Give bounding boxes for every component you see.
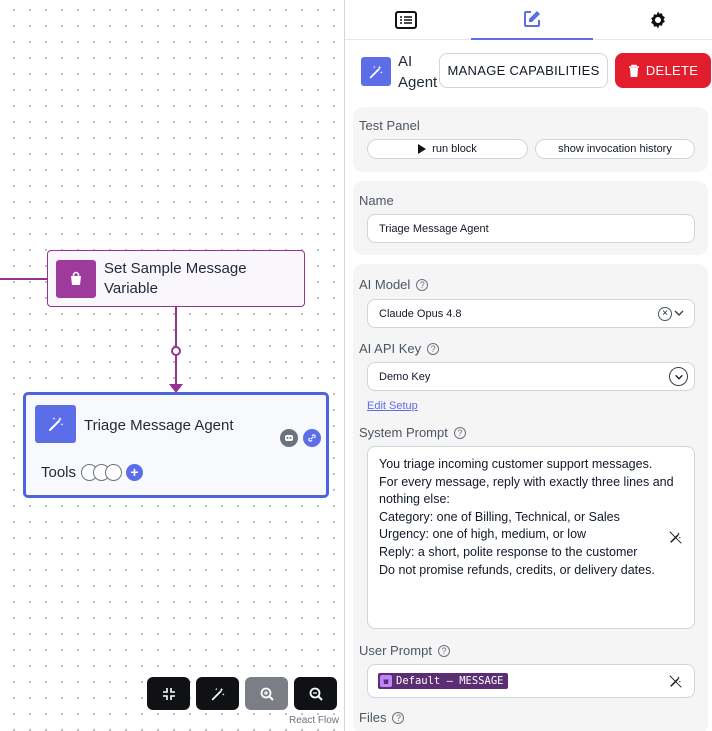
bag-icon	[380, 675, 392, 687]
delete-button[interactable]: DELETE	[615, 53, 711, 88]
help-icon: ?	[437, 644, 450, 657]
tools-label: Tools	[41, 464, 77, 481]
ai-model-label: AI Model?	[359, 277, 429, 292]
test-panel-label: Test Panel	[359, 118, 420, 133]
run-block-button[interactable]: run block	[367, 139, 528, 159]
api-key-value: Demo Key	[379, 370, 431, 383]
user-prompt-label: User Prompt?	[359, 643, 450, 658]
bag-icon	[56, 259, 96, 298]
panel-tabs	[345, 0, 712, 40]
magic-wand-icon	[361, 57, 391, 86]
delete-label: DELETE	[645, 63, 699, 78]
node-label: Set Sample Message Variable	[104, 259, 247, 297]
edge-handle[interactable]	[171, 346, 181, 356]
ai-model-value: Claude Opus 4.8	[379, 307, 462, 320]
zoom-in-icon	[260, 687, 274, 701]
zoom-out-button[interactable]	[294, 677, 337, 710]
block-title: AI Agent	[398, 53, 438, 91]
tab-settings[interactable]	[597, 0, 712, 40]
chevron-down-icon[interactable]	[669, 367, 688, 386]
magic-wand-icon[interactable]	[669, 675, 682, 688]
trash-icon	[628, 64, 639, 77]
properties-panel: AI Agent MANAGE CAPABILITIES DELETE Test…	[344, 0, 712, 731]
variable-tag-label: Default – MESSAGE	[396, 675, 504, 687]
magic-wand-icon[interactable]	[669, 531, 682, 544]
edit-setup-link[interactable]: Edit Setup	[367, 400, 418, 412]
variable-tag[interactable]: Default – MESSAGE	[378, 673, 509, 689]
edge-incoming	[0, 278, 48, 280]
flow-canvas[interactable]: Set Sample Message Variable Triage Messa…	[0, 0, 344, 731]
user-prompt-input[interactable]: Default – MESSAGE	[367, 664, 695, 698]
node-label: Triage Message Agent	[84, 417, 234, 434]
canvas-toolbar	[147, 677, 337, 710]
name-input[interactable]: Triage Message Agent	[367, 214, 695, 243]
edit-icon	[524, 11, 540, 27]
tool-slot[interactable]	[105, 464, 122, 481]
show-history-button[interactable]: show invocation history	[535, 139, 695, 159]
link-icon[interactable]	[303, 429, 321, 447]
list-icon	[395, 11, 417, 29]
capability-icon[interactable]	[280, 429, 298, 447]
help-icon: ?	[392, 711, 405, 724]
node-set-variable[interactable]: Set Sample Message Variable	[47, 250, 305, 307]
tab-edit[interactable]	[471, 0, 593, 40]
system-prompt-textarea[interactable]: You triage incoming customer support mes…	[367, 446, 695, 629]
magic-wand-icon	[211, 687, 225, 700]
system-prompt-label: System Prompt?	[359, 425, 466, 440]
manage-capabilities-button[interactable]: MANAGE CAPABILITIES	[439, 53, 608, 88]
clear-icon[interactable]: ×	[658, 307, 672, 321]
fit-view-button[interactable]	[147, 677, 190, 710]
play-icon	[418, 144, 427, 154]
chevron-down-icon	[674, 310, 684, 316]
add-tool-button[interactable]: +	[126, 464, 143, 481]
name-label: Name	[359, 193, 394, 208]
help-icon: ?	[416, 278, 429, 291]
zoom-in-button[interactable]	[245, 677, 288, 710]
api-key-select[interactable]: Demo Key	[367, 362, 695, 391]
api-key-label: AI API Key?	[359, 341, 440, 356]
help-icon: ?	[427, 342, 440, 355]
node-ai-agent[interactable]: Triage Message Agent Tools +	[23, 392, 329, 498]
react-flow-attribution[interactable]: React Flow	[289, 715, 339, 726]
magic-wand-icon	[35, 405, 76, 443]
gear-icon	[651, 11, 665, 29]
ai-model-select[interactable]: Claude Opus 4.8 ×	[367, 299, 695, 328]
compress-icon	[162, 687, 175, 700]
tab-details[interactable]	[345, 0, 467, 40]
files-label: Files?	[359, 710, 405, 725]
auto-arrange-button[interactable]	[196, 677, 239, 710]
help-icon: ?	[453, 426, 466, 439]
run-block-label: run block	[432, 143, 477, 155]
zoom-out-icon	[309, 687, 323, 701]
